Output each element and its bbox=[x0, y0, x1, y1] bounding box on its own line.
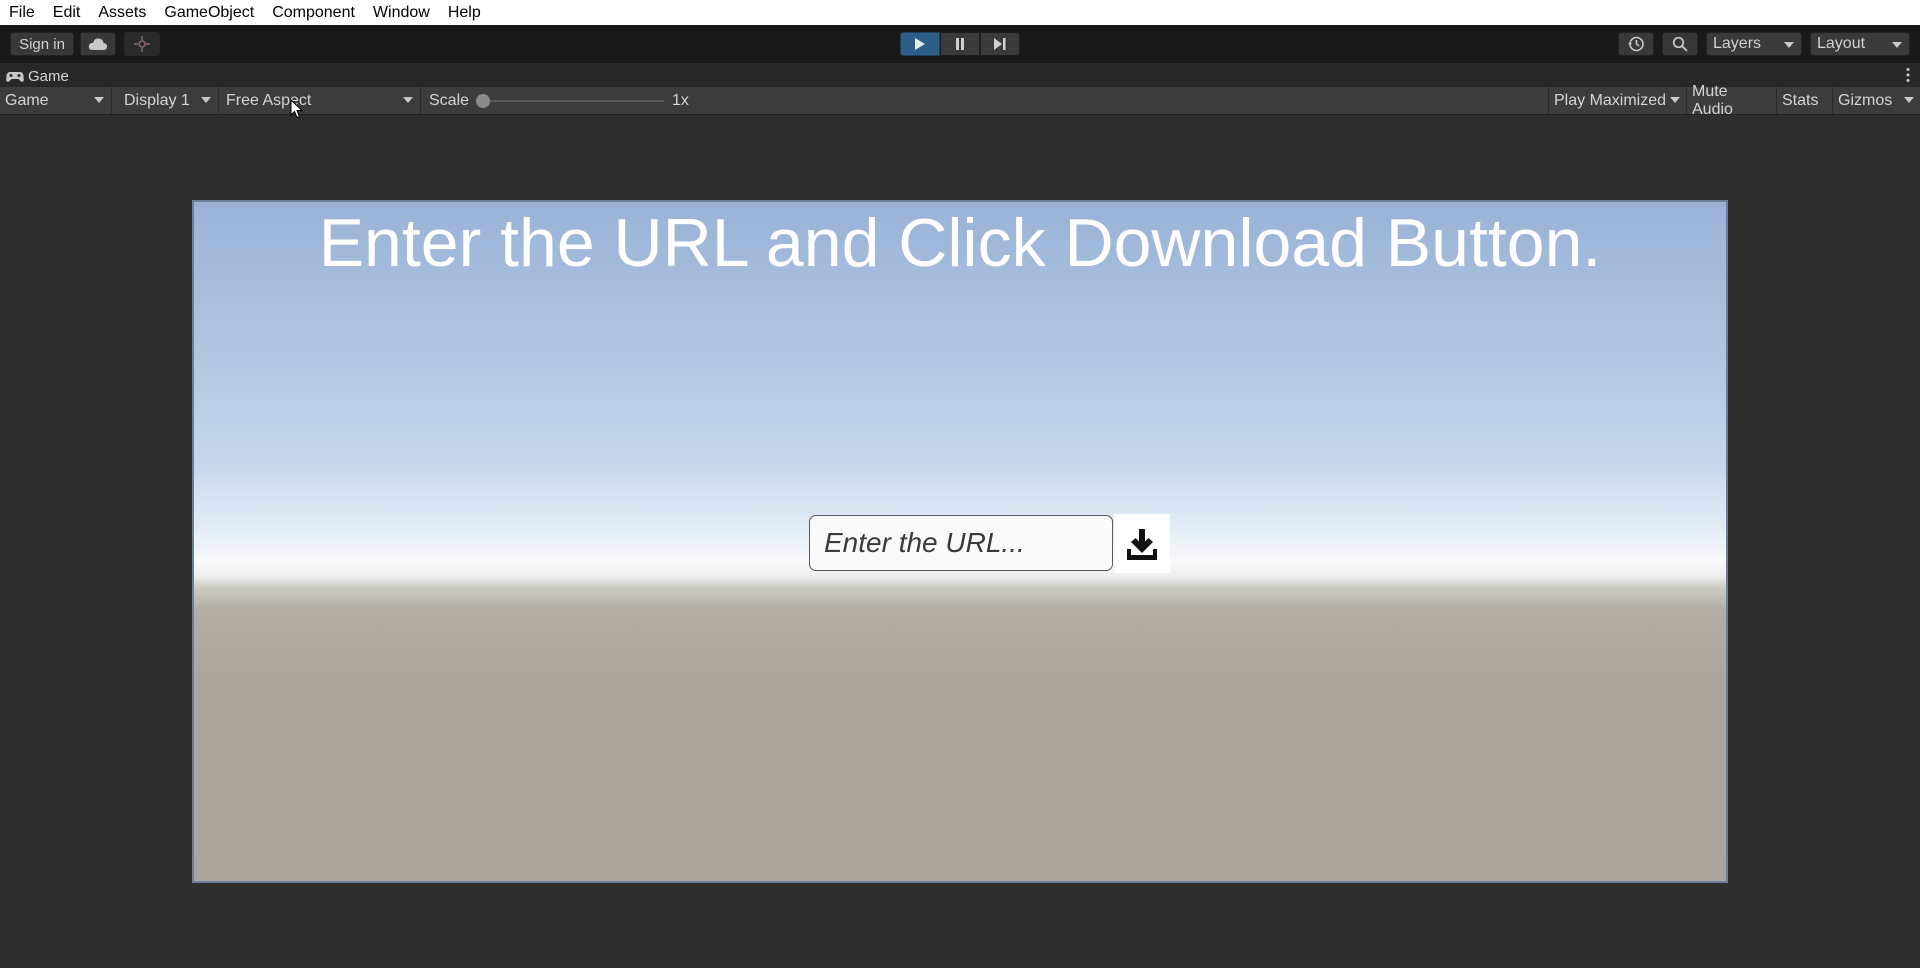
game-view-controls: Game Display 1 Free Aspect Scale 1x Play… bbox=[0, 83, 1920, 118]
display-dropdown[interactable]: Display 1 bbox=[119, 87, 219, 114]
scale-slider-track[interactable] bbox=[478, 100, 664, 102]
menu-edit[interactable]: Edit bbox=[44, 4, 90, 22]
tab-game-label: Game bbox=[28, 68, 69, 85]
pause-icon bbox=[956, 38, 964, 50]
search-icon bbox=[1672, 36, 1688, 52]
menu-help[interactable]: Help bbox=[439, 4, 490, 22]
view-type-value: Game bbox=[5, 91, 49, 109]
scale-slider-handle[interactable] bbox=[476, 94, 490, 108]
chevron-down-icon bbox=[1904, 97, 1914, 103]
search-button[interactable] bbox=[1662, 32, 1698, 56]
playback-controls bbox=[900, 32, 1020, 56]
game-viewport: Enter the URL and Click Download Button. bbox=[192, 200, 1728, 883]
stats-toggle[interactable]: Stats bbox=[1776, 87, 1832, 114]
gizmos-dropdown[interactable]: Gizmos bbox=[1832, 87, 1920, 114]
menu-bar: File Edit Assets GameObject Component Wi… bbox=[0, 0, 1920, 25]
chevron-down-icon bbox=[403, 97, 413, 103]
collab-button[interactable] bbox=[124, 32, 160, 56]
menu-window[interactable]: Window bbox=[364, 4, 439, 22]
pause-button[interactable] bbox=[940, 32, 980, 56]
main-toolbar: Sign in Layers Layout bbox=[0, 25, 1920, 63]
play-icon bbox=[915, 38, 925, 50]
cloud-button[interactable] bbox=[80, 32, 116, 56]
menu-assets[interactable]: Assets bbox=[89, 4, 155, 22]
download-button[interactable] bbox=[1114, 514, 1170, 573]
mute-audio-toggle[interactable]: Mute Audio bbox=[1686, 83, 1776, 118]
tab-game[interactable]: Game bbox=[6, 66, 69, 87]
layout-dropdown[interactable]: Layout bbox=[1810, 32, 1910, 56]
gamepad-icon bbox=[6, 71, 24, 82]
chevron-down-icon bbox=[1892, 42, 1902, 48]
aspect-dropdown[interactable]: Free Aspect bbox=[221, 87, 421, 114]
chevron-down-icon bbox=[1670, 97, 1680, 103]
game-tab-bar: Game bbox=[0, 63, 1920, 87]
step-icon bbox=[994, 38, 1006, 50]
play-maximized-dropdown[interactable]: Play Maximized bbox=[1548, 87, 1686, 114]
chevron-down-icon bbox=[1784, 42, 1794, 48]
more-options-icon[interactable] bbox=[1906, 67, 1910, 83]
menu-gameobject[interactable]: GameObject bbox=[155, 4, 263, 22]
cloud-icon bbox=[88, 38, 108, 50]
menu-component[interactable]: Component bbox=[263, 4, 364, 22]
gizmos-label: Gizmos bbox=[1838, 91, 1893, 109]
layout-label: Layout bbox=[1817, 35, 1866, 52]
mouse-cursor-icon bbox=[290, 99, 304, 119]
scale-value: 1x bbox=[672, 92, 689, 109]
step-button[interactable] bbox=[980, 32, 1020, 56]
sign-in-button[interactable]: Sign in bbox=[10, 32, 74, 56]
history-icon bbox=[1628, 36, 1644, 52]
instruction-heading: Enter the URL and Click Download Button. bbox=[318, 205, 1602, 281]
play-maximized-label: Play Maximized bbox=[1554, 91, 1667, 109]
view-type-dropdown[interactable]: Game bbox=[0, 87, 112, 114]
scale-label: Scale bbox=[429, 92, 470, 109]
collab-icon bbox=[134, 36, 150, 52]
chevron-down-icon bbox=[201, 97, 211, 103]
play-button[interactable] bbox=[900, 32, 940, 56]
download-icon bbox=[1127, 528, 1157, 560]
url-input[interactable] bbox=[809, 515, 1113, 571]
menu-file[interactable]: File bbox=[0, 4, 44, 22]
chevron-down-icon bbox=[94, 97, 104, 103]
undo-history-button[interactable] bbox=[1618, 32, 1654, 56]
layers-label: Layers bbox=[1713, 35, 1762, 52]
display-value: Display 1 bbox=[124, 91, 190, 109]
layers-dropdown[interactable]: Layers bbox=[1706, 32, 1802, 56]
